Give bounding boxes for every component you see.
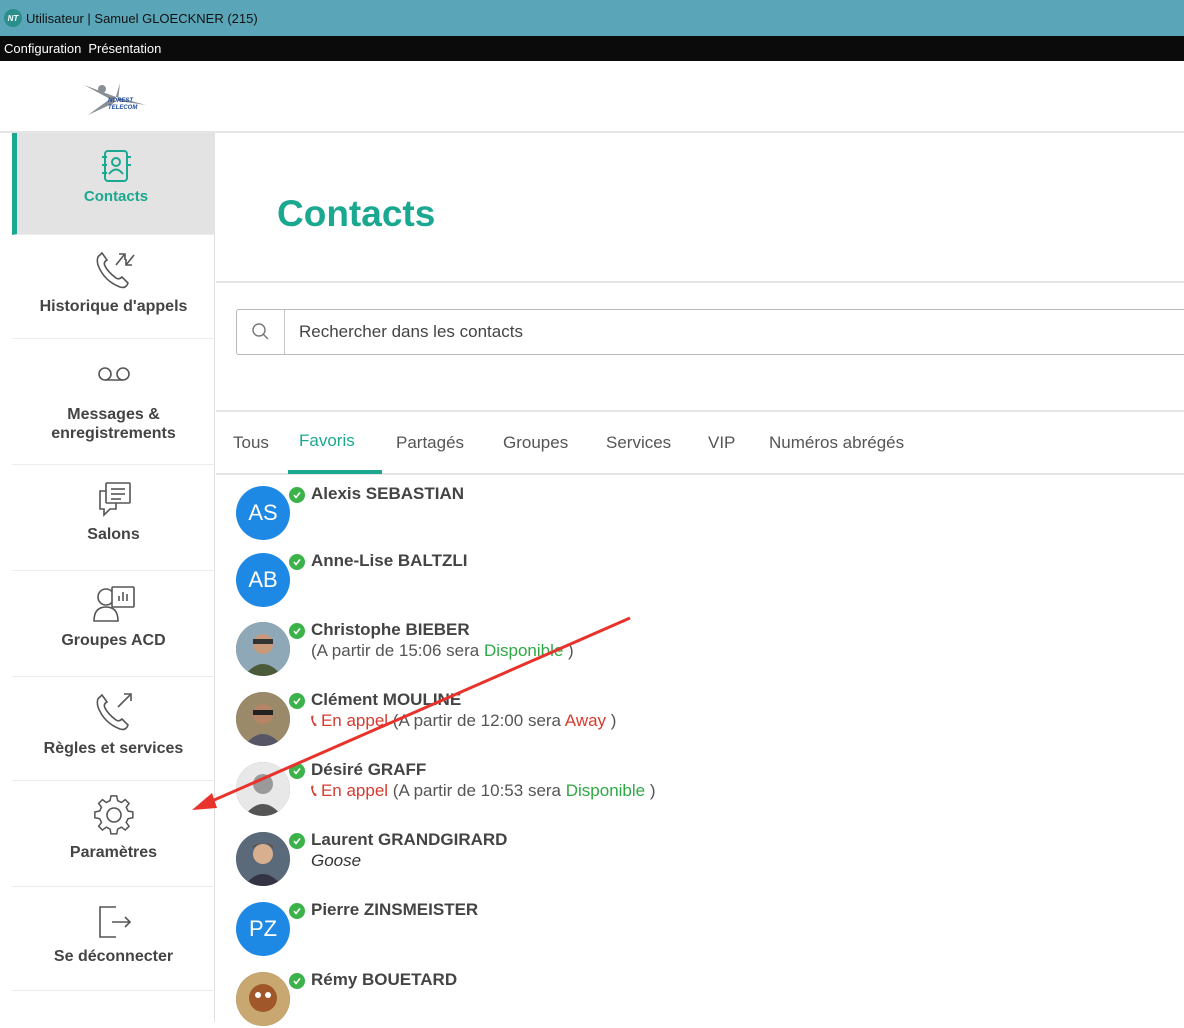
window-titlebar: NT Utilisateur | Samuel GLOECKNER (215) (0, 0, 1184, 36)
contact-name: Laurent GRANDGIRARD (311, 830, 508, 849)
avatar-photo (236, 832, 290, 886)
header-logo-area: NOREST TELECOM (0, 61, 1184, 133)
sidebar-item-label: Historique d'appels (39, 298, 188, 315)
sidebar-nav: Contacts Historique d'appels Messages & … (12, 133, 215, 1022)
menu-configuration[interactable]: Configuration (4, 41, 81, 56)
contact-name: Clément MOULINE (311, 690, 462, 709)
contact-name: Alexis SEBASTIAN (311, 484, 465, 503)
tab-tous[interactable]: Tous (233, 433, 269, 453)
contact-status: 📞︎ En appel (A partir de 10:53 sera Dispo… (311, 781, 656, 800)
avatar-photo (236, 972, 290, 1026)
tab-groupes[interactable]: Groupes (503, 433, 568, 453)
search-icon[interactable] (237, 310, 285, 354)
contact-status: (A partir de 15:06 sera Disponible ) (311, 641, 574, 660)
contact-row[interactable]: Désiré GRAFF 📞︎ En appel (A partir de 10:… (236, 752, 1176, 818)
logout-icon (98, 906, 131, 938)
sidebar-item-rules[interactable]: Règles et services (12, 677, 215, 781)
search-box (236, 309, 1184, 355)
presence-available-icon (288, 622, 306, 640)
contact-name: Pierre ZINSMEISTER (311, 900, 479, 919)
menu-bar: Configuration Présentation (0, 36, 1184, 61)
divider (216, 410, 1184, 412)
sidebar-item-contacts[interactable]: Contacts (12, 133, 215, 235)
menu-presentation[interactable]: Présentation (88, 41, 161, 56)
presence-available-icon (288, 692, 306, 710)
contact-row[interactable]: Christophe BIEBER (A partir de 15:06 ser… (236, 612, 1176, 678)
app-icon: NT (4, 9, 22, 27)
voicemail-icon (97, 367, 130, 381)
contact-row[interactable]: AS Alexis SEBASTIAN (236, 476, 1176, 542)
contact-tabs: Tous Favoris Partagés Groupes Services V… (216, 419, 1184, 475)
contact-name: Anne-Lise BALTZLI (311, 551, 468, 570)
sidebar-item-label: Salons (87, 526, 140, 543)
main-panel: Contacts Tous Favoris Partagés Groupes S… (216, 133, 1184, 1026)
presence-available-icon (288, 553, 306, 571)
contact-name: Désiré GRAFF (311, 760, 427, 779)
gear-icon (93, 795, 134, 835)
sidebar-item-label: Paramètres (69, 844, 158, 861)
sidebar-item-messages[interactable]: Messages & enregistrements (12, 339, 215, 465)
sidebar-item-logout[interactable]: Se déconnecter (12, 887, 215, 991)
avatar-photo (236, 692, 290, 746)
contact-name: Christophe BIEBER (311, 620, 470, 639)
svg-text:TELECOM: TELECOM (108, 105, 138, 111)
presence-available-icon (288, 762, 306, 780)
sidebar-item-label: Se déconnecter (53, 948, 174, 965)
sidebar-item-label: Contacts (83, 188, 149, 205)
divider (216, 281, 1184, 283)
sidebar-item-salons[interactable]: Salons (12, 465, 215, 571)
search-input[interactable] (285, 310, 1184, 354)
avatar: PZ (236, 902, 290, 956)
norest-telecom-logo: NOREST TELECOM (84, 83, 146, 115)
avatar: AS (236, 486, 290, 540)
window-title: Utilisateur | Samuel GLOECKNER (215) (26, 10, 258, 26)
avatar-photo (236, 762, 290, 816)
sidebar-item-call-history[interactable]: Historique d'appels (12, 235, 215, 339)
phone-in-call-icon: 📞︎ (311, 781, 317, 800)
presence-available-icon (288, 832, 306, 850)
presence-available-icon (288, 486, 306, 504)
page-title: Contacts (277, 193, 436, 234)
tab-numeros-abreges[interactable]: Numéros abrégés (769, 433, 904, 453)
call-history-icon (96, 251, 135, 289)
contact-row[interactable]: Laurent GRANDGIRARD Goose (236, 822, 1176, 888)
tab-services[interactable]: Services (606, 433, 671, 453)
sidebar-item-label: Groupes ACD (61, 632, 166, 649)
avatar: AB (236, 553, 290, 607)
active-tab-indicator (288, 470, 382, 474)
tab-vip[interactable]: VIP (708, 433, 735, 453)
tab-favoris[interactable]: Favoris (299, 431, 355, 451)
tab-partages[interactable]: Partagés (396, 433, 464, 453)
sidebar-item-label: Messages & enregistrements (51, 406, 176, 442)
presence-available-icon (288, 972, 306, 990)
phone-in-call-icon: 📞︎ (311, 711, 317, 730)
contact-note: Goose (311, 851, 362, 870)
presence-available-icon (288, 902, 306, 920)
sidebar-item-label: Règles et services (43, 740, 184, 757)
call-forward-icon (96, 693, 132, 731)
svg-text:NOREST: NOREST (108, 98, 134, 104)
acd-group-icon (92, 586, 135, 622)
contact-row[interactable]: Rémy BOUETARD (236, 962, 1176, 1028)
contact-row[interactable]: AB Anne-Lise BALTZLI (236, 543, 1176, 609)
contact-row[interactable]: PZ Pierre ZINSMEISTER (236, 892, 1176, 958)
contact-status: 📞︎ En appel (A partir de 12:00 sera Away … (311, 711, 617, 730)
chat-rooms-icon (98, 482, 131, 517)
contact-name: Rémy BOUETARD (311, 970, 458, 989)
contact-row[interactable]: Clément MOULINE 📞︎ En appel (A partir de … (236, 682, 1176, 748)
sidebar-item-settings[interactable]: Paramètres (12, 781, 215, 887)
avatar-photo (236, 622, 290, 676)
sidebar-item-acd-groups[interactable]: Groupes ACD (12, 571, 215, 677)
